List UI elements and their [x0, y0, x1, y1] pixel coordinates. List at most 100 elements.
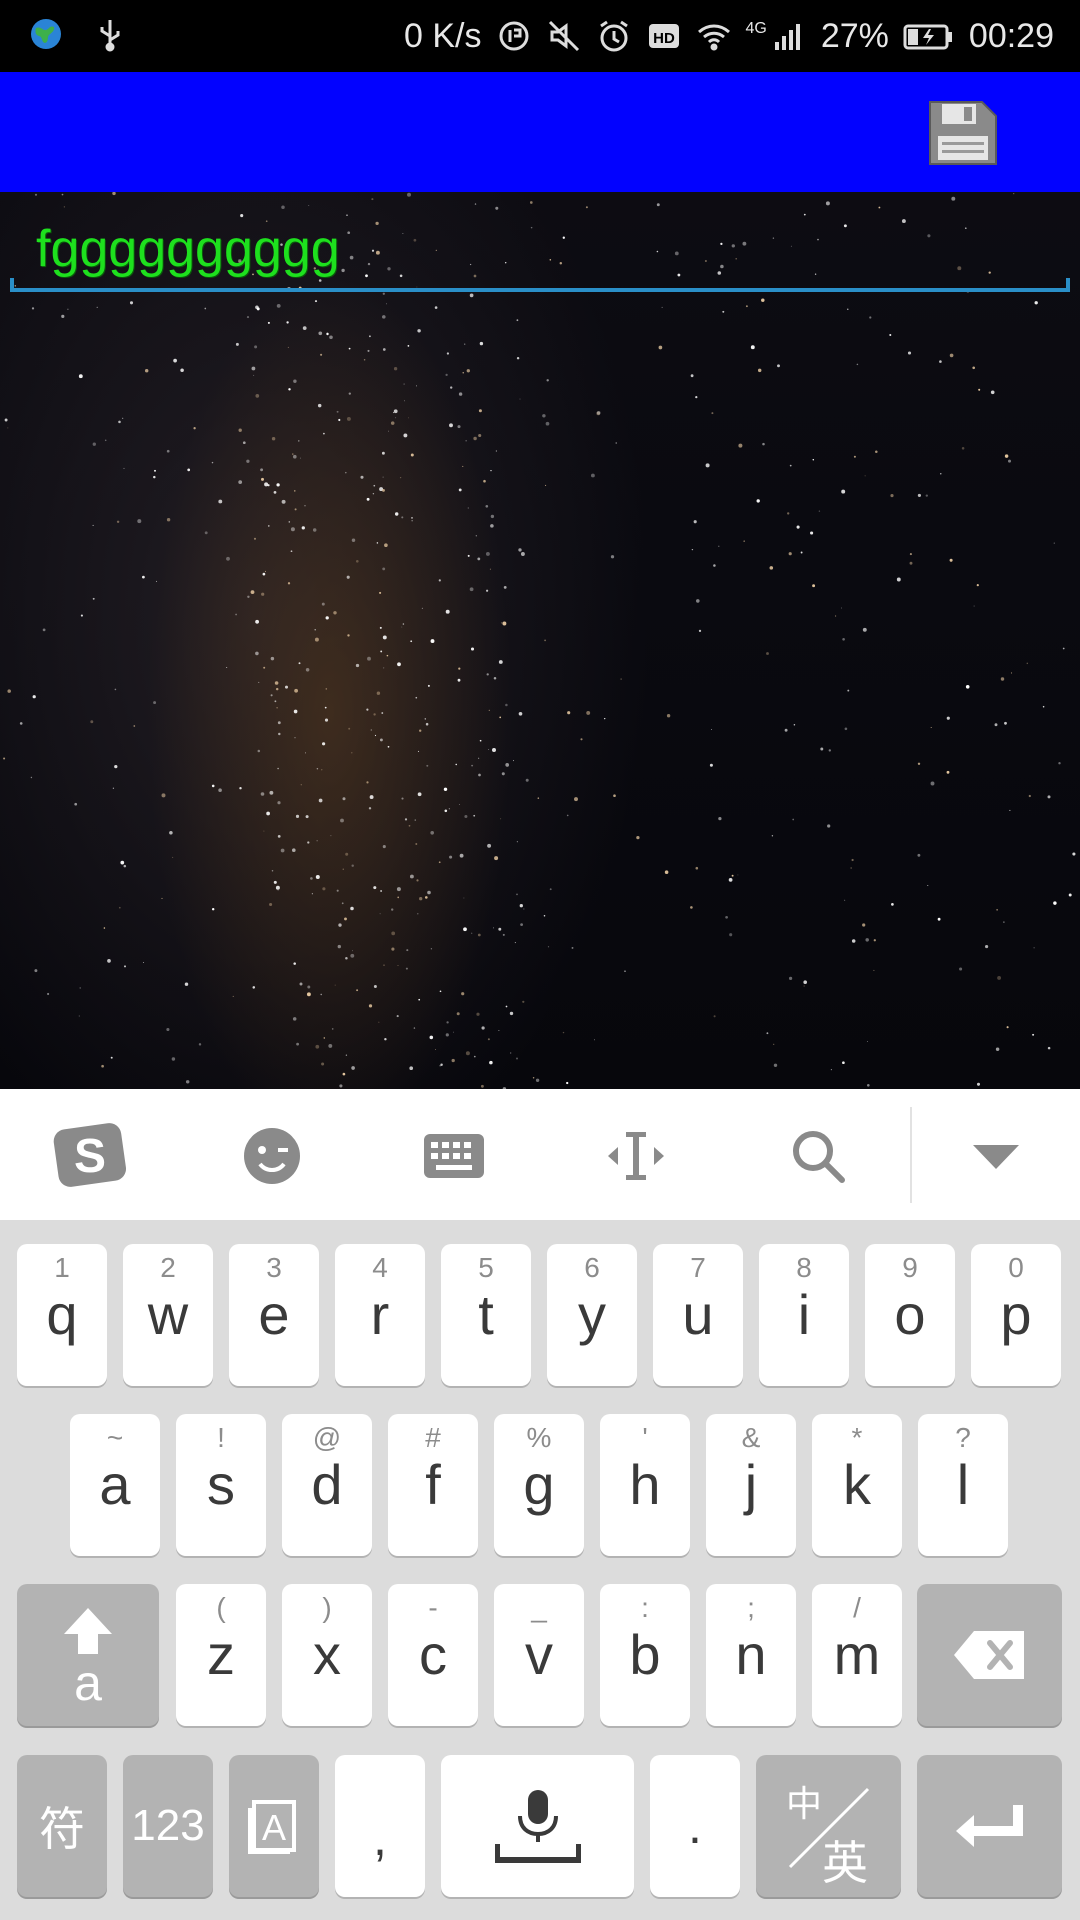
key-z[interactable]: (z [176, 1584, 266, 1726]
comma-key[interactable]: , [335, 1755, 425, 1897]
key-d[interactable]: @ d [282, 1414, 372, 1556]
key-label: m [833, 1623, 881, 1686]
key-hint: 0 [1008, 1252, 1024, 1283]
comma-label: , [373, 1810, 387, 1866]
key-label: l [956, 1453, 970, 1516]
key-j[interactable]: & j [706, 1414, 796, 1556]
space-key[interactable] [441, 1755, 634, 1897]
sogou-logo-icon[interactable]: S [50, 1119, 130, 1193]
key-hint: 4 [372, 1252, 388, 1283]
key-w[interactable]: 2w [123, 1244, 213, 1386]
key-hint: - [428, 1592, 438, 1623]
cursor-move-icon[interactable] [596, 1119, 676, 1193]
key-e[interactable]: 3e [229, 1244, 319, 1386]
key-h[interactable]: ' h [600, 1414, 690, 1556]
key-label: n [735, 1623, 767, 1686]
toolbar-divider [910, 1107, 912, 1203]
key-l[interactable]: ? l [918, 1414, 1008, 1556]
key-hint: ' [642, 1422, 648, 1453]
key-c[interactable]: -c [388, 1584, 478, 1726]
editor-area [0, 192, 1080, 1089]
key-i[interactable]: 8i [759, 1244, 849, 1386]
key-hint: @ [312, 1422, 342, 1453]
key-hint: * [851, 1422, 863, 1453]
period-label: . [688, 1798, 702, 1854]
key-label: k [843, 1453, 871, 1516]
keyboard-icon[interactable] [414, 1119, 494, 1193]
key-label: j [744, 1453, 758, 1516]
network-type: 4G [745, 20, 767, 37]
app-bar [0, 72, 1080, 192]
key-hint: _ [531, 1592, 547, 1623]
key-g[interactable]: % g [494, 1414, 584, 1556]
key-q[interactable]: 1q [17, 1244, 107, 1386]
key-hint: ) [322, 1592, 332, 1623]
clock: 00:29 [968, 17, 1054, 55]
key-o[interactable]: 9o [865, 1244, 955, 1386]
battery-percent: 27% [820, 17, 889, 55]
key-hint: ( [216, 1592, 226, 1623]
key-hint: % [526, 1422, 552, 1453]
key-label: u [682, 1283, 714, 1346]
key-x[interactable]: ) x [282, 1584, 372, 1726]
key-s[interactable]: ! s [176, 1414, 266, 1556]
key-label: t [478, 1283, 494, 1346]
emoji-icon[interactable] [232, 1119, 312, 1193]
key-t[interactable]: 5t [441, 1244, 531, 1386]
collapse-icon[interactable] [956, 1119, 1036, 1193]
signal-icon [771, 18, 807, 54]
keyboard-toolbar: S [0, 1089, 1080, 1220]
hd-icon: HD [646, 18, 682, 54]
svg-text:HD: HD [653, 30, 675, 47]
shift-key[interactable]: a [17, 1584, 159, 1726]
handwriting-icon: A [248, 1800, 296, 1854]
key-hint: 1 [54, 1252, 70, 1283]
key-label: i [797, 1283, 811, 1346]
status-left [28, 16, 128, 52]
key-k[interactable]: * k [812, 1414, 902, 1556]
key-hint: : [641, 1592, 649, 1623]
key-label: f [425, 1453, 441, 1516]
key-b[interactable]: :b [600, 1584, 690, 1726]
key-label: s [207, 1453, 235, 1516]
wifi-icon [696, 18, 732, 54]
key-v[interactable]: _ v [494, 1584, 584, 1726]
period-key[interactable]: . [650, 1755, 740, 1897]
key-r[interactable]: 4r [335, 1244, 425, 1386]
key-f[interactable]: # f [388, 1414, 478, 1556]
key-label: x [313, 1623, 341, 1686]
key-hint: 8 [796, 1252, 812, 1283]
svg-text:S: S [74, 1130, 106, 1183]
key-label: h [629, 1453, 661, 1516]
enter-icon [955, 1805, 1023, 1847]
key-hint: & [741, 1422, 761, 1453]
key-n[interactable]: ; n [706, 1584, 796, 1726]
symbols-key[interactable]: 符 [17, 1755, 107, 1897]
key-hint: ; [747, 1592, 755, 1623]
key-m[interactable]: / m [812, 1584, 902, 1726]
key-p[interactable]: 0p [971, 1244, 1061, 1386]
key-hint: ~ [106, 1422, 124, 1453]
key-hint: 7 [690, 1252, 706, 1283]
key-a[interactable]: ~ a [70, 1414, 160, 1556]
key-hint: ! [217, 1422, 225, 1453]
status-bar: 0 K/s HD 4G 27% 00:29 [0, 0, 1080, 72]
save-button[interactable] [926, 96, 1000, 170]
key-u[interactable]: 7u [653, 1244, 743, 1386]
backspace-icon [953, 1631, 1024, 1679]
key-label: a [99, 1453, 131, 1516]
search-icon[interactable] [778, 1119, 858, 1193]
battery-charging-icon [903, 18, 955, 54]
language-switch-key[interactable]: 中 英 [756, 1755, 901, 1897]
key-hint: 6 [584, 1252, 600, 1283]
key-label: e [258, 1283, 290, 1346]
handwriting-key[interactable]: A [229, 1755, 319, 1897]
key-label: d [311, 1453, 343, 1516]
numbers-key[interactable]: 123 [123, 1755, 213, 1897]
backspace-key[interactable] [917, 1584, 1062, 1726]
key-y[interactable]: 6y [547, 1244, 637, 1386]
text-input[interactable] [10, 210, 1070, 288]
numbers-label: 123 [131, 1801, 205, 1850]
enter-key[interactable] [917, 1755, 1062, 1897]
key-hint: 5 [478, 1252, 494, 1283]
